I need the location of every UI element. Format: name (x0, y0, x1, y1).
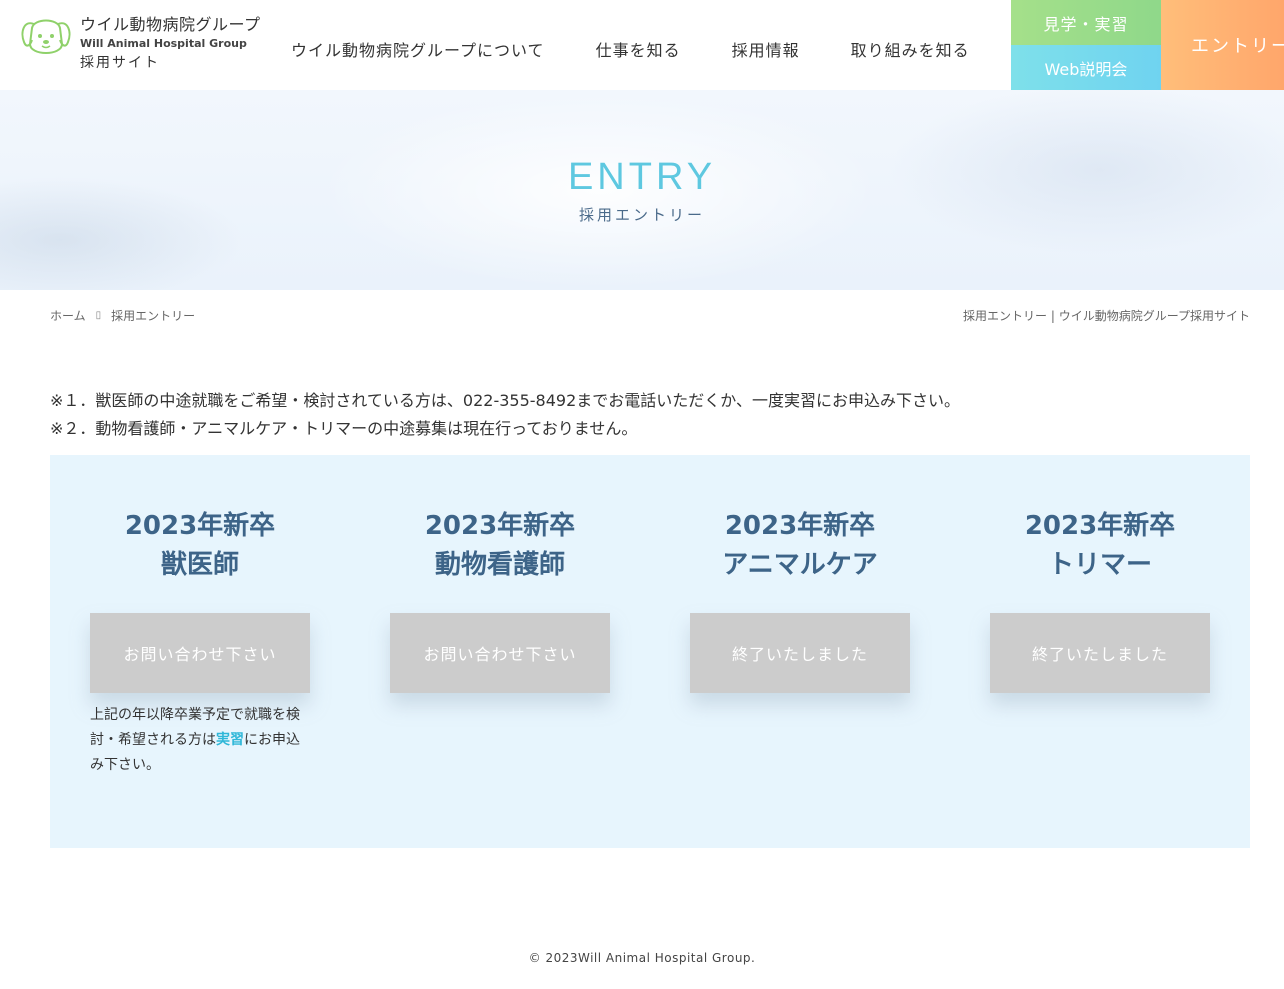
site-header: ウイル動物病院グループ Will Animal Hospital Group 採… (0, 0, 1284, 90)
entry-button[interactable]: エントリー (1161, 0, 1284, 90)
hero-subtitle: 採用エントリー (578, 206, 705, 224)
nav-about[interactable]: ウイル動物病院グループについて (291, 37, 545, 61)
logo-subtitle: 採用サイト (80, 55, 160, 71)
hero-title: ENTRY (567, 156, 717, 198)
entry-year: 2023年新卒 (1024, 511, 1176, 541)
nav-jobs[interactable]: 仕事を知る (596, 37, 681, 61)
main-nav: ウイル動物病院グループについて 仕事を知る 採用情報 取り組みを知る (291, 37, 970, 61)
logo-text: ウイル動物病院グループ Will Animal Hospital Group 採… (80, 14, 261, 73)
entry-role: トリマー (1047, 550, 1152, 580)
hero-banner: ENTRY 採用エントリー (0, 90, 1284, 290)
vet-nurse-contact-button[interactable]: お問い合わせ下さい (390, 613, 610, 693)
entry-year: 2023年新卒 (724, 511, 876, 541)
logo-name: ウイル動物病院グループ (80, 15, 261, 34)
entry-role: 獣医師 (160, 550, 239, 580)
page-title: 採用エントリー | ウイル動物病院グループ採用サイト (963, 309, 1250, 323)
entry-role: 動物看護師 (434, 550, 565, 580)
tour-internship-button[interactable]: 見学・実習 (1011, 0, 1161, 45)
breadcrumb: ホーム ▯ 採用エントリー (50, 307, 195, 324)
entry-card-title: 2023年新卒 動物看護師 (370, 507, 630, 585)
breadcrumb-home[interactable]: ホーム (50, 307, 86, 324)
animal-care-closed-button[interactable]: 終了いたしました (690, 613, 910, 693)
logo-english-name: Will Animal Hospital Group (80, 37, 247, 50)
copyright: © 2023Will Animal Hospital Group. (528, 951, 756, 965)
chevron-right-icon: ▯ (95, 310, 102, 321)
breadcrumb-current: 採用エントリー (111, 309, 196, 323)
entry-year: 2023年新卒 (124, 511, 276, 541)
trimmer-closed-button[interactable]: 終了いたしました (990, 613, 1210, 693)
site-logo[interactable]: ウイル動物病院グループ Will Animal Hospital Group 採… (20, 14, 261, 73)
entry-notes: ※１．獣医師の中途就職をご希望・検討されている方は、022-355-8492まで… (50, 387, 960, 443)
veterinarian-contact-button[interactable]: お問い合わせ下さい (90, 613, 310, 693)
note-mid-career-vet: ※１．獣医師の中途就職をご希望・検討されている方は、022-355-8492まで… (50, 391, 960, 410)
entry-year: 2023年新卒 (424, 511, 576, 541)
nav-recruit-info[interactable]: 採用情報 (732, 37, 800, 61)
entry-card-title: 2023年新卒 トリマー (970, 507, 1230, 585)
entry-role: アニマルケア (722, 550, 878, 580)
internship-link[interactable]: 実習 (216, 732, 244, 748)
nav-initiatives[interactable]: 取り組みを知る (851, 37, 970, 61)
dog-logo-icon (21, 19, 71, 54)
veterinarian-note: 上記の年以降卒業予定で就職を検討・希望される方は実習にお申込み下さい。 (90, 703, 310, 778)
entry-panel: 2023年新卒 獣医師 お問い合わせ下さい 上記の年以降卒業予定で就職を検討・希… (50, 455, 1250, 848)
web-seminar-button[interactable]: Web説明会 (1011, 45, 1161, 90)
entry-card-title: 2023年新卒 アニマルケア (670, 507, 930, 585)
entry-card-title: 2023年新卒 獣医師 (70, 507, 330, 585)
note-mid-career-other: ※２．動物看護師・アニマルケア・トリマーの中途募集は現在行っておりません。 (50, 419, 638, 438)
